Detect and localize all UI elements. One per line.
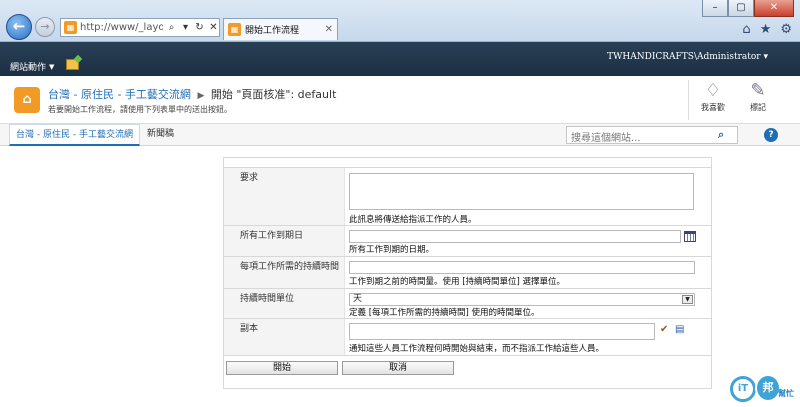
maximize-button[interactable]: ▢: [728, 0, 754, 17]
duration-unit-description: 定義 [每項工作所需的持續時間] 使用的時間單位。: [349, 308, 540, 318]
chevron-down-icon: ▾: [763, 52, 768, 62]
nav-item-news[interactable]: 新聞稿: [141, 124, 180, 146]
favorites-star-icon[interactable]: ★: [760, 22, 772, 37]
divider: [688, 80, 689, 120]
stop-icon[interactable]: ✕: [208, 22, 219, 33]
cc-people-picker[interactable]: [349, 323, 655, 340]
tags-notes-icon: ✎: [750, 80, 766, 101]
refresh-icon[interactable]: ↻: [194, 22, 205, 33]
breadcrumb-site-link[interactable]: 台灣 - 原住民 - 手工藝交流網: [48, 88, 191, 101]
back-button[interactable]: ←: [6, 14, 32, 40]
tab-title: 開始工作流程: [245, 26, 300, 36]
chevron-down-icon[interactable]: ▼: [682, 295, 693, 304]
browser-chrome: – ▢ ✕ ← → ▦ http://www/_layouts ⌕ ▾ ↻ ✕ …: [0, 0, 800, 42]
help-icon[interactable]: ?: [764, 128, 778, 142]
request-description: 此訊息將傳送給指派工作的人員。: [349, 215, 477, 225]
home-icon[interactable]: ⌂: [742, 22, 750, 37]
due-date-row: 所有工作到期日 所有工作到期的日期。: [224, 226, 711, 257]
site-actions-label: 網站動作: [10, 63, 47, 73]
page-description: 若要開始工作流程，請使用下列表單中的送出按鈕。: [48, 105, 232, 114]
address-text[interactable]: http://www/_layouts: [80, 22, 163, 33]
duration-unit-value: 天: [353, 294, 363, 304]
window-controls: – ▢ ✕: [702, 0, 794, 17]
tag-like-icon: ♢: [704, 80, 722, 101]
top-navigation: 台灣 - 原住民 - 手工藝交流網 新聞稿 搜尋這個網站... ⌕ ?: [0, 124, 800, 146]
settings-gear-icon[interactable]: ⚙: [780, 22, 792, 37]
check-names-icon[interactable]: ✔: [660, 324, 668, 336]
user-menu[interactable]: TWHANDICRAFTS\Administrator ▾: [607, 52, 768, 62]
watermark-help: 幫忙: [778, 389, 794, 398]
due-date-description: 所有工作到期的日期。: [349, 245, 435, 255]
tags-notes-button[interactable]: ✎ 標記: [740, 80, 776, 113]
duration-input[interactable]: [349, 261, 695, 274]
title-area: ⌂ 台灣 - 原住民 - 手工藝交流網 ▶ 開始 "頁面核准": default…: [0, 76, 800, 124]
forward-button[interactable]: →: [35, 17, 55, 37]
watermark-it: iT: [730, 376, 756, 402]
navigate-up-icon[interactable]: [66, 59, 79, 70]
breadcrumb: 台灣 - 原住民 - 手工藝交流網 ▶ 開始 "頁面核准": default: [48, 86, 336, 102]
tab-close-icon[interactable]: ✕: [325, 24, 333, 35]
minimize-button[interactable]: –: [702, 0, 728, 17]
dropdown-icon[interactable]: ▾: [180, 22, 191, 33]
cc-label: 副本: [224, 319, 345, 355]
search-icon[interactable]: ⌕: [718, 128, 724, 142]
nav-item-home[interactable]: 台灣 - 原住民 - 手工藝交流網: [9, 124, 140, 146]
like-button[interactable]: ♢ 我喜歡: [695, 80, 731, 113]
browser-tools: ⌂ ★ ⚙: [742, 22, 792, 37]
duration-unit-label: 持續時間單位: [224, 289, 345, 318]
chevron-down-icon: ▼: [49, 62, 55, 71]
due-date-input[interactable]: [349, 230, 681, 243]
cc-description: 通知這些人員工作流程何時開始與結束，而不指派工作給這些人員。: [349, 344, 605, 354]
tab-favicon-icon: ▦: [228, 23, 241, 36]
search-input[interactable]: 搜尋這個網站...: [566, 126, 738, 144]
sharepoint-ribbon: 網站動作 ▼ TWHANDICRAFTS\Administrator ▾: [0, 42, 800, 76]
ithome-watermark-logo: iT 邦 幫忙: [728, 372, 800, 405]
duration-label: 每項工作所需的持續時間: [224, 257, 345, 288]
breadcrumb-arrow-icon: ▶: [197, 91, 205, 101]
site-logo[interactable]: ⌂: [14, 87, 40, 113]
address-bar[interactable]: ▦ http://www/_layouts ⌕ ▾ ↻ ✕: [60, 18, 220, 37]
site-actions-menu[interactable]: 網站動作 ▼: [10, 60, 55, 74]
duration-unit-row: 持續時間單位 天 ▼ 定義 [每項工作所需的持續時間] 使用的時間單位。: [224, 289, 711, 319]
start-button[interactable]: 開始: [226, 361, 338, 375]
user-name: TWHANDICRAFTS\Administrator: [607, 52, 761, 62]
site-favicon-icon: ▦: [64, 21, 77, 34]
cc-row: 副本 ✔ ▤ 通知這些人員工作流程何時開始與結束，而不指派工作給這些人員。: [224, 319, 711, 356]
cancel-button[interactable]: 取消: [342, 361, 454, 375]
duration-unit-select[interactable]: 天 ▼: [349, 293, 695, 306]
search-icon[interactable]: ⌕: [166, 22, 177, 33]
request-label: 要求: [224, 168, 345, 225]
browse-address-book-icon[interactable]: ▤: [675, 324, 684, 336]
form-header: [224, 158, 711, 168]
request-row: 要求 此訊息將傳送給指派工作的人員。: [224, 168, 711, 226]
tags-label: 標記: [750, 103, 766, 112]
like-label: 我喜歡: [701, 103, 725, 112]
page-title: 開始 "頁面核准": default: [210, 88, 337, 101]
request-textarea[interactable]: [349, 173, 694, 210]
duration-row: 每項工作所需的持續時間 工作到期之前的時間量。使用 [持續時間單位] 選擇單位。: [224, 257, 711, 289]
duration-description: 工作到期之前的時間量。使用 [持續時間單位] 選擇單位。: [349, 277, 566, 287]
close-window-button[interactable]: ✕: [754, 0, 794, 17]
due-date-label: 所有工作到期日: [224, 226, 345, 256]
workflow-form: 要求 此訊息將傳送給指派工作的人員。 所有工作到期日 所有工作到期的日期。 每項…: [223, 157, 712, 389]
browser-tab[interactable]: ▦ 開始工作流程 ✕: [223, 18, 338, 40]
calendar-icon[interactable]: [684, 231, 696, 242]
